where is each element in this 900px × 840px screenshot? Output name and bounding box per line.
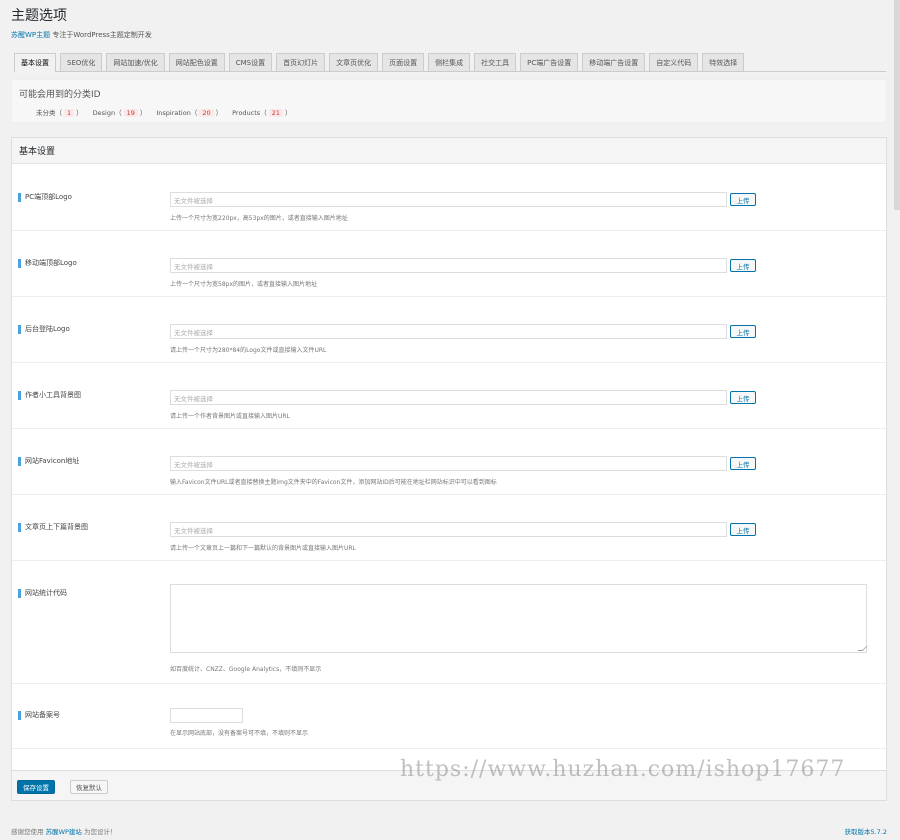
panel-heading: 基本设置 [12, 138, 886, 164]
field-label: 移动端顶部Logo [18, 259, 77, 268]
field-description: 输入Favicon文件URL或者直接替换主题img文件夹中的Favicon文件，… [170, 479, 497, 486]
reset-button[interactable]: 恢复默认 [70, 780, 108, 794]
field-description: 上传一个尺寸为宽220px，高53px的图片，或者直接输入图片地址 [170, 215, 348, 222]
field-label: 作者小工具背景图 [18, 391, 81, 400]
basic-settings-panel: 基本设置 PC端顶部Logo 无文件被选择 上传 上传一个尺寸为宽220px，高… [11, 137, 887, 801]
field-label: 网站备案号 [18, 711, 60, 720]
upload-button[interactable]: 上传 [730, 523, 756, 536]
window-scrollbar[interactable] [894, 0, 900, 210]
field-row-mobile-logo: 移动端顶部Logo 无文件被选择 上传 上传一个尺寸为宽58px的图片，或者直接… [12, 231, 886, 297]
author-bg-input[interactable]: 无文件被选择 [170, 390, 727, 405]
mobile-logo-input[interactable]: 无文件被选择 [170, 258, 727, 273]
upload-button[interactable]: 上传 [730, 391, 756, 404]
category-id-title: 可能会用到的分类ID [19, 90, 101, 100]
field-label: 后台登陆Logo [18, 325, 70, 334]
tab-page[interactable]: 页面设置 [382, 53, 425, 71]
category-id-box: 可能会用到的分类ID 未分类（ 1） Design（ 19） Inspiration… [11, 79, 887, 123]
stats-code-textarea[interactable] [170, 584, 868, 653]
tab-post[interactable]: 文章页优化 [329, 53, 379, 71]
pc-logo-input[interactable]: 无文件被选择 [170, 192, 727, 207]
settings-tabs: 基本设置 SEO优化 网站加速/优化 网站配色设置 CMS设置 首页幻灯片 文章… [14, 53, 886, 72]
field-label: PC端顶部Logo [18, 193, 72, 202]
field-row-icp: 网站备案号 在显示网站底部，没有备案号可不填，不填则不显示 [12, 684, 886, 749]
theme-author-link[interactable]: 苏醒WP主题 [11, 31, 50, 39]
upload-button[interactable]: 上传 [730, 325, 756, 338]
field-description: 请上传一个文章页上一篇和下一篇默认的背景图片或直接输入图片URL [170, 545, 356, 552]
save-button[interactable]: 保存设置 [17, 780, 55, 794]
field-description: 请上传一个尺寸为280*84的Logo文件或直接输入文件URL [170, 347, 327, 354]
resize-handle-icon[interactable] [857, 646, 868, 651]
field-label: 文章页上下篇背景图 [18, 523, 88, 532]
tab-colors[interactable]: 网站配色设置 [168, 53, 225, 71]
field-row-stats-code: 网站统计代码 如百度统计、CNZZ、Google Analytics，不填则不显… [12, 561, 886, 684]
watermark-text: https://www.huzhan.com/ishop17677 [400, 757, 846, 782]
tab-mobile-ads[interactable]: 移动端广告设置 [582, 53, 646, 71]
footer-link[interactable]: 苏醒WP建站 [46, 828, 82, 836]
tab-seo[interactable]: SEO优化 [60, 53, 103, 71]
category-id-list: 未分类（ 1） Design（ 19） Inspiration（ 20） Produc… [36, 107, 291, 117]
field-row-login-logo: 后台登陆Logo 无文件被选择 上传 请上传一个尺寸为280*84的Logo文件… [12, 297, 886, 363]
page-title: 主题选项 [11, 8, 67, 24]
field-row-pc-logo: PC端顶部Logo 无文件被选择 上传 上传一个尺寸为宽220px，高53px的… [12, 165, 886, 231]
tab-effects[interactable]: 特效选择 [702, 53, 745, 71]
tab-sidebar[interactable]: 侧栏集成 [428, 53, 471, 71]
tab-pc-ads[interactable]: PC端广告设置 [520, 53, 579, 71]
tab-speed[interactable]: 网站加速/优化 [106, 53, 165, 71]
category-item: 未分类（ 1） [36, 109, 83, 117]
category-item: Products（ 21） [232, 109, 292, 117]
tab-cms[interactable]: CMS设置 [228, 53, 273, 71]
field-label: 网站Favicon地址 [18, 457, 79, 466]
category-item: Inspiration（ 20） [156, 109, 223, 117]
upload-button[interactable]: 上传 [730, 457, 756, 470]
favicon-input[interactable]: 无文件被选择 [170, 456, 727, 471]
field-description: 在显示网站底部，没有备案号可不填，不填则不显示 [170, 730, 309, 737]
field-row-post-nav-bg: 文章页上下篇背景图 无文件被选择 上传 请上传一个文章页上一篇和下一篇默认的背景… [12, 495, 886, 561]
upload-button[interactable]: 上传 [730, 259, 756, 272]
upload-button[interactable]: 上传 [730, 193, 756, 206]
post-nav-bg-input[interactable]: 无文件被选择 [170, 522, 727, 537]
page-subtitle: 苏醒WP主题 专注于WordPress主题定制开发 [11, 30, 152, 40]
field-description: 上传一个尺寸为宽58px的图片，或者直接输入图片地址 [170, 281, 317, 288]
field-row-favicon: 网站Favicon地址 无文件被选择 上传 输入Favicon文件URL或者直接… [12, 429, 886, 495]
field-label: 网站统计代码 [18, 589, 67, 598]
field-description: 请上传一个作者背景图片或直接输入图片URL [170, 413, 290, 420]
login-logo-input[interactable]: 无文件被选择 [170, 324, 727, 339]
category-item: Design（ 19） [92, 109, 147, 117]
field-description: 如百度统计、CNZZ、Google Analytics，不填则不显示 [170, 666, 322, 673]
subtitle-text: 专注于WordPress主题定制开发 [52, 31, 152, 39]
footer-credit: 感谢您使用 苏醒WP建站 为您设计！ [11, 828, 117, 836]
tab-basic[interactable]: 基本设置 [14, 53, 56, 72]
version-link[interactable]: 获取版本5.7.2 [844, 826, 887, 836]
field-row-author-bg: 作者小工具背景图 无文件被选择 上传 请上传一个作者背景图片或直接输入图片URL [12, 363, 886, 429]
tab-custom-code[interactable]: 自定义代码 [649, 53, 699, 71]
tab-slider[interactable]: 首页幻灯片 [276, 53, 326, 71]
icp-input[interactable] [170, 708, 243, 723]
tab-social[interactable]: 社交工具 [474, 53, 517, 71]
